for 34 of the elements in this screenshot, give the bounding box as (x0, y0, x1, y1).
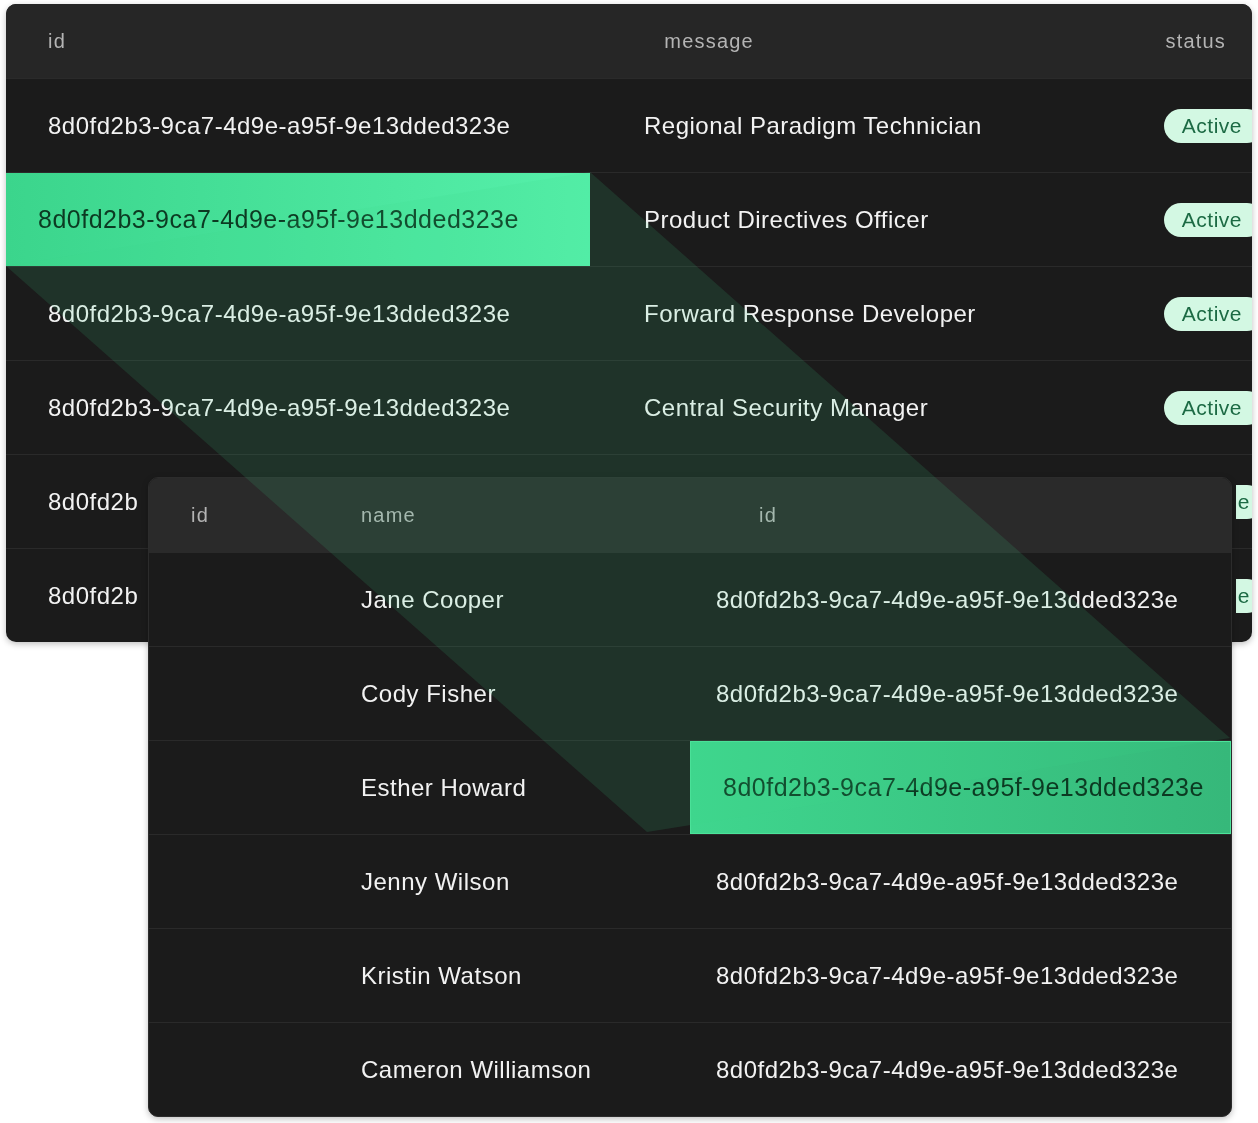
status-badge: Active (1163, 202, 1252, 237)
table-cell-text: 8d0fd2b3-9ca7-4d9e-a95f-9e13dded323e (715, 678, 1180, 709)
status-badge: e (1235, 484, 1252, 519)
status-badge: Active (1163, 390, 1252, 425)
table-cell: 8d0fd2b3-9ca7-4d9e-a95f-9e13dded323e (6, 173, 590, 266)
table-cell-text: 8d0fd2b3-9ca7-4d9e-a95f-9e13dded323e (715, 584, 1180, 615)
table-cell-text: Forward Response Developer (643, 298, 977, 329)
table-cell-text: Esther Howard (360, 772, 528, 803)
table-cell: 8d0fd2b3-9ca7-4d9e-a95f-9e13dded323e (690, 741, 1231, 834)
table-cell-text: Cameron Williamson (360, 1054, 593, 1085)
column-header: message (663, 29, 755, 53)
table-cell-text: 8d0fd2b3-9ca7-4d9e-a95f-9e13dded323e (715, 866, 1180, 897)
table-cell-text: Product Directives Officer (643, 204, 930, 235)
table-cell-text: Jenny Wilson (360, 866, 511, 897)
column-header: id (758, 503, 778, 527)
table-cell-text: 8d0fd2b3-9ca7-4d9e-a95f-9e13dded323e (715, 1054, 1180, 1085)
table-cell-text: Cody Fisher (360, 678, 497, 709)
table-cell-text: 8d0fd2b3-9ca7-4d9e-a95f-9e13dded323e (47, 298, 512, 329)
status-badge: Active (1163, 296, 1252, 331)
column-header: id (47, 29, 67, 53)
table-cell-text: Central Security Manager (643, 392, 930, 423)
status-badge: Active (1163, 108, 1252, 143)
table-cell-text: 8d0fd2b3-9ca7-4d9e-a95f-9e13dded323e (715, 960, 1180, 991)
table-cell-text: 8d0fd2b3-9ca7-4d9e-a95f-9e13dded323e (47, 392, 512, 423)
column-header: status (1165, 29, 1227, 53)
table-cell-text: 8d0fd2b (47, 580, 140, 611)
table-cell-text: Jane Cooper (360, 584, 505, 615)
column-header: name (360, 503, 417, 527)
table-cell-text: 8d0fd2b3-9ca7-4d9e-a95f-9e13dded323e (47, 110, 512, 141)
status-badge: e (1235, 578, 1252, 613)
column-header: id (190, 503, 210, 527)
table-cell-text: Regional Paradigm Technician (643, 110, 983, 141)
table-cell-text: Kristin Watson (360, 960, 523, 991)
table-cell-text: 8d0fd2b (47, 486, 140, 517)
